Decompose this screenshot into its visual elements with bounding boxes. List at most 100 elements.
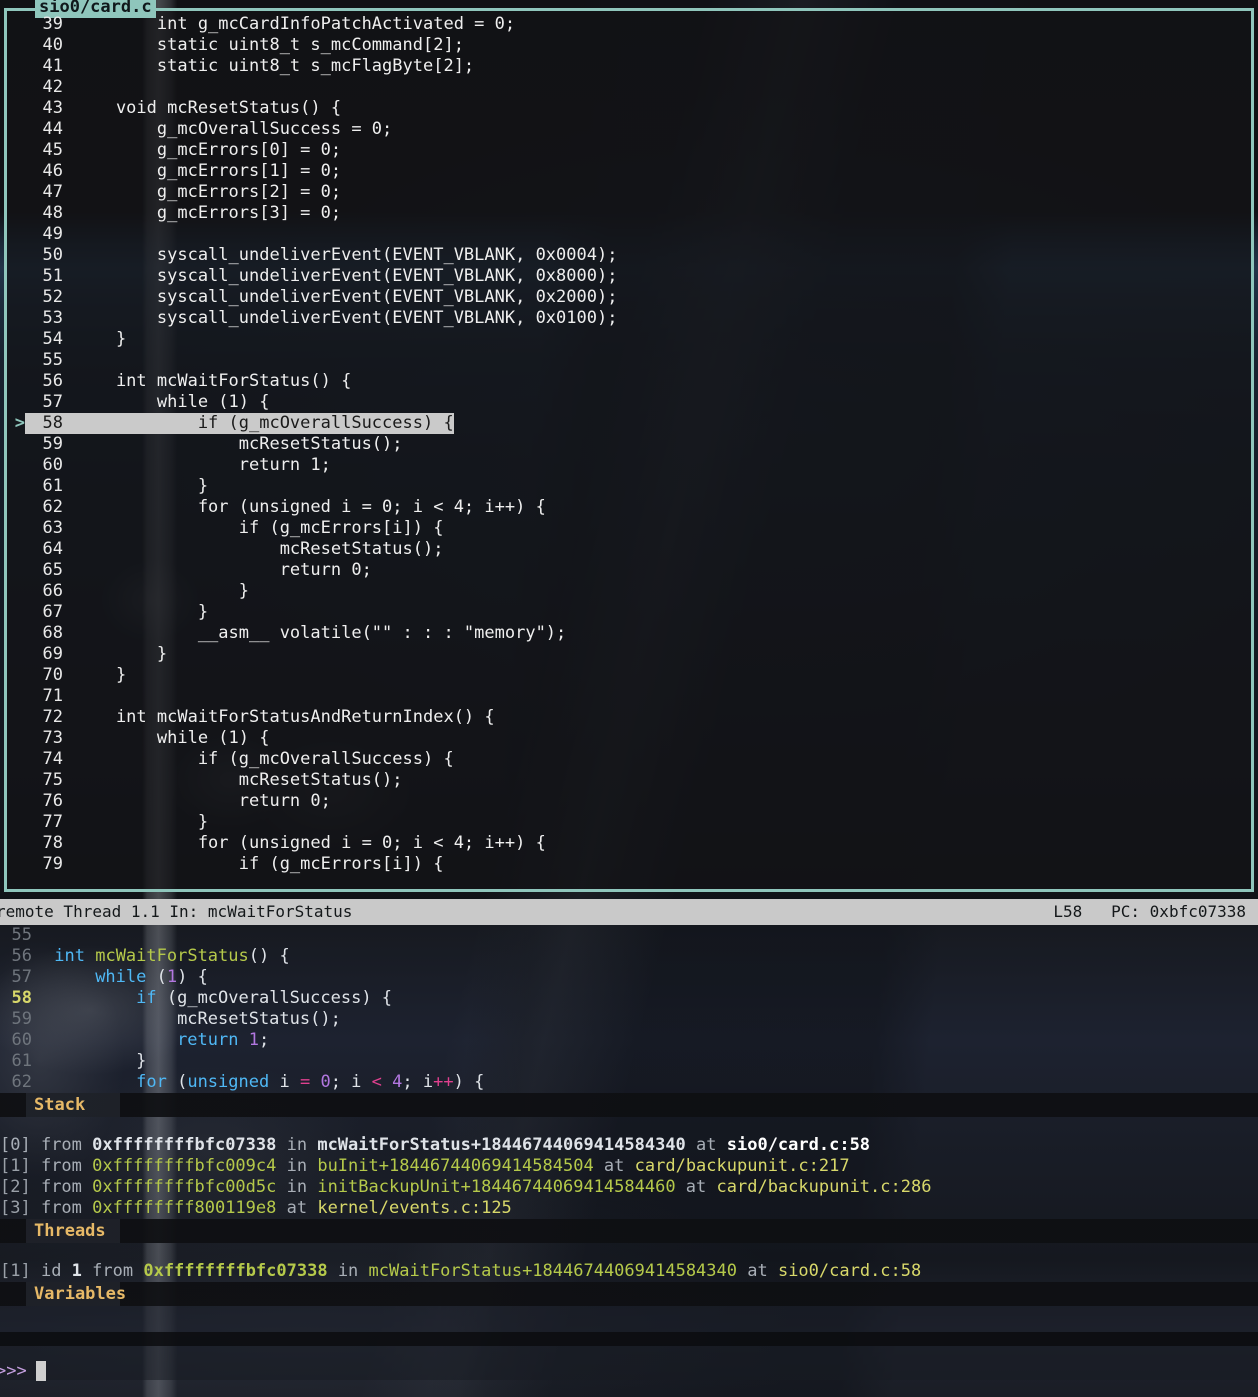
stack-frame-row[interactable]: [1] from 0xffffffffbfc009c4 in buInit+18…: [0, 1156, 1258, 1177]
tui-line-code: while (1) {: [75, 728, 270, 748]
thread-index: [1]: [0, 1261, 31, 1281]
tui-source-line: 40 static uint8_t s_mcCommand[2];: [7, 35, 1251, 56]
tui-line-code: return 1;: [75, 455, 331, 475]
tui-line-number: 66: [42, 581, 63, 601]
stack-frame-function: mcWaitForStatus: [317, 1135, 471, 1155]
stack-frame-location: card/backupunit.c:217: [634, 1156, 850, 1176]
stack-frame-location: kernel/events.c:125: [317, 1198, 512, 1218]
stack-frame-index: [3]: [0, 1198, 31, 1218]
tui-line-number: 50: [42, 245, 63, 265]
tui-source-line: 79 if (g_mcErrors[i]) {: [7, 854, 1251, 875]
tui-line-code: syscall_undeliverEvent(EVENT_VBLANK, 0x8…: [75, 266, 618, 286]
tui-source-line: 70 }: [7, 665, 1251, 686]
tui-source-line: 56 int mcWaitForStatus() {: [7, 371, 1251, 392]
tui-line-code: }: [75, 665, 127, 685]
stack-frame-list[interactable]: [0] from 0xffffffffbfc07338 in mcWaitFor…: [0, 1135, 1258, 1219]
tui-line-number: 52: [42, 287, 63, 307]
threads-section-header: Threads: [0, 1219, 1258, 1243]
tui-line-code: }: [75, 812, 209, 832]
dashboard-source-module[interactable]: 55 56 int mcWaitForStatus() {57 while (1)…: [0, 925, 1258, 1093]
stack-frame-address: 0xffffffffbfc07338: [92, 1135, 277, 1155]
tui-source-line: 60 return 1;: [7, 455, 1251, 476]
stack-frame-row[interactable]: [2] from 0xffffffffbfc00d5c in initBacku…: [0, 1177, 1258, 1198]
gdb-dashboard[interactable]: 55 56 int mcWaitForStatus() {57 while (1)…: [0, 925, 1258, 1397]
tui-line-code: static uint8_t s_mcCommand[2];: [75, 35, 464, 55]
variables-empty-area: [0, 1306, 1258, 1332]
tui-line-code: return 0;: [75, 560, 372, 580]
stack-frame-index: [0]: [0, 1135, 31, 1155]
tui-line-number: 70: [42, 665, 63, 685]
tui-line-code: }: [75, 602, 209, 622]
dashboard-source-line: 58 if (g_mcOverallSuccess) {: [0, 988, 1258, 1009]
tui-line-code: if (g_mcOverallSuccess) {: [75, 749, 454, 769]
tui-line-number: 55: [42, 350, 63, 370]
stack-spacer: [0, 1117, 1258, 1135]
tui-source-line: 76 return 0;: [7, 791, 1251, 812]
dashboard-divider: [0, 1332, 1258, 1346]
stack-frame-row[interactable]: [0] from 0xffffffffbfc07338 in mcWaitFor…: [0, 1135, 1258, 1156]
tui-line-number: 63: [42, 518, 63, 538]
tui-line-number: 47: [42, 182, 63, 202]
tui-source-line: 68 __asm__ volatile("" : : : "memory");: [7, 623, 1251, 644]
stack-frame-address: 0xffffffff800119e8: [92, 1198, 277, 1218]
tui-source-line: 48 g_mcErrors[3] = 0;: [7, 203, 1251, 224]
thread-row[interactable]: [1] id 1 from 0xffffffffbfc07338 in mcWa…: [0, 1261, 1258, 1282]
dashboard-source-line: 57 while (1) {: [0, 967, 1258, 988]
tui-source-line: 43 void mcResetStatus() {: [7, 98, 1251, 119]
tui-source-line: 47 g_mcErrors[2] = 0;: [7, 182, 1251, 203]
variables-section-label: Variables: [34, 1284, 127, 1304]
tui-source-line: 78 for (unsigned i = 0; i < 4; i++) {: [7, 833, 1251, 854]
tui-line-number: 58: [25, 413, 65, 434]
tui-source-line: 67 }: [7, 602, 1251, 623]
tui-line-code: for (unsigned i = 0; i < 4; i++) {: [75, 833, 546, 853]
tui-source-window[interactable]: sio0/card.c 39 int g_mcCardInfoPatchActi…: [4, 0, 1254, 892]
tui-source-lines[interactable]: 39 int g_mcCardInfoPatchActivated = 0; 40…: [7, 11, 1251, 889]
tui-line-number: 56: [42, 371, 63, 391]
tui-line-number: 71: [42, 686, 63, 706]
tui-line-number: 49: [42, 224, 63, 244]
tui-source-line: 53 syscall_undeliverEvent(EVENT_VBLANK, …: [7, 308, 1251, 329]
thread-function: mcWaitForStatus: [368, 1261, 523, 1281]
tui-line-number: 74: [42, 749, 63, 769]
tui-source-line: 69 }: [7, 644, 1251, 665]
stack-frame-offset: +18446744069414584340: [470, 1135, 686, 1155]
stack-frame-address: 0xffffffffbfc009c4: [92, 1156, 277, 1176]
tui-line-number: 69: [42, 644, 63, 664]
stack-frame-function: initBackupUnit: [317, 1177, 461, 1197]
tui-source-line: 39 int g_mcCardInfoPatchActivated = 0;: [7, 14, 1251, 35]
tui-source-line: 72 int mcWaitForStatusAndReturnIndex() {: [7, 707, 1251, 728]
dashboard-line-code: }: [44, 1051, 147, 1071]
tui-line-code: syscall_undeliverEvent(EVENT_VBLANK, 0x2…: [75, 287, 618, 307]
tui-line-number: 62: [42, 497, 63, 517]
prompt-cursor[interactable]: [35, 1361, 46, 1381]
tui-line-number: 72: [42, 707, 63, 727]
tui-line-number: 42: [42, 77, 63, 97]
gdb-prompt-row[interactable]: >>>: [0, 1359, 46, 1383]
stack-frame-address: 0xffffffffbfc00d5c: [92, 1177, 277, 1197]
tui-line-code: g_mcErrors[1] = 0;: [75, 161, 342, 181]
tui-source-line: 44 g_mcOverallSuccess = 0;: [7, 119, 1251, 140]
tui-source-line: 61 }: [7, 476, 1251, 497]
dashboard-line-code: for (unsigned i = 0; i < 4; i++) {: [136, 1072, 485, 1092]
tui-source-line: 77 }: [7, 812, 1251, 833]
stack-frame-row[interactable]: [3] from 0xffffffff800119e8 at kernel/ev…: [0, 1198, 1258, 1219]
dashboard-source-line: 62 for (unsigned i = 0; i < 4; i++) {: [0, 1072, 1258, 1093]
tui-line-number: 45: [42, 140, 63, 160]
status-bar-context: remote Thread 1.1 In: mcWaitForStatus: [0, 902, 353, 921]
status-bar-line: L58: [1053, 902, 1083, 921]
stack-frame-index: [2]: [0, 1177, 31, 1197]
tui-line-number: 48: [42, 203, 63, 223]
tui-source-line: 73 while (1) {: [7, 728, 1251, 749]
dashboard-line-code: int mcWaitForStatus() {: [54, 946, 290, 966]
tui-line-number: 46: [42, 161, 63, 181]
stack-frame-offset: +18446744069414584460: [460, 1177, 676, 1197]
dashboard-line-number: 56: [11, 946, 32, 966]
thread-list[interactable]: [1] id 1 from 0xffffffffbfc07338 in mcWa…: [0, 1261, 1258, 1282]
tui-source-line: 74 if (g_mcOverallSuccess) {: [7, 749, 1251, 770]
thread-offset: +18446744069414584340: [522, 1261, 737, 1281]
tui-line-number: 73: [42, 728, 63, 748]
tui-source-line: >58 if (g_mcOverallSuccess) {: [7, 413, 1251, 434]
dashboard-line-code: return 1;: [177, 1030, 270, 1050]
tui-line-number: 54: [42, 329, 63, 349]
tui-line-code: for (unsigned i = 0; i < 4; i++) {: [75, 497, 546, 517]
